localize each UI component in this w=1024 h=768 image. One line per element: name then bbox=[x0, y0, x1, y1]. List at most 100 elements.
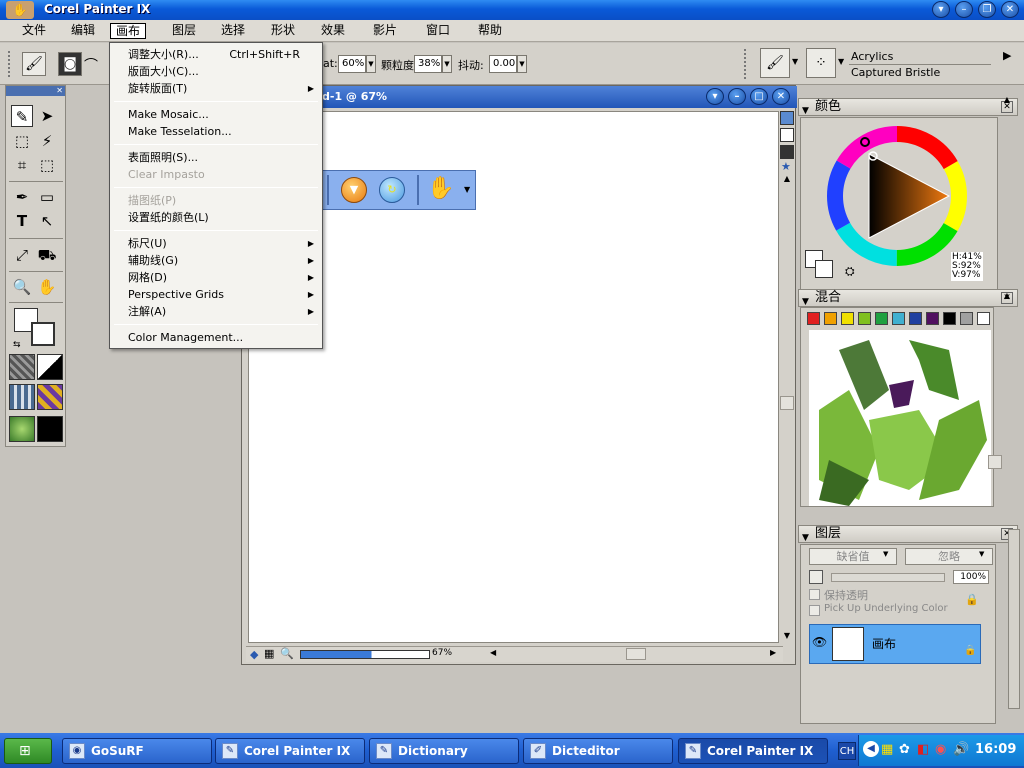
mixer-color-chip[interactable] bbox=[960, 312, 973, 325]
chevron-down-icon[interactable]: ▼ bbox=[792, 57, 798, 66]
menu-effects[interactable]: 效果 bbox=[316, 23, 350, 39]
grain-field[interactable]: 38% bbox=[414, 55, 442, 73]
dab-type-icon[interactable]: ⌒ bbox=[84, 55, 98, 75]
mixer-color-chip[interactable] bbox=[858, 312, 871, 325]
weaving-selector-icon[interactable] bbox=[37, 384, 63, 410]
preserve-transparency-checkbox[interactable] bbox=[809, 589, 820, 600]
dropper-icon[interactable]: ⤢ bbox=[11, 244, 33, 266]
chevron-left-icon[interactable]: ◀ bbox=[863, 741, 879, 757]
mixer-scrollbar[interactable] bbox=[988, 455, 1002, 469]
scroll-up-icon[interactable]: ▲ bbox=[780, 174, 794, 186]
paint-bucket-icon[interactable]: ⛟ bbox=[36, 244, 58, 266]
scroll-left-icon[interactable]: ◀ bbox=[490, 648, 496, 657]
network-icon[interactable]: ▦ bbox=[881, 742, 893, 757]
menu-item-4[interactable]: Make Mosaic... bbox=[128, 106, 314, 123]
minimize-button[interactable]: – bbox=[955, 1, 973, 18]
additional-color-swatch[interactable] bbox=[31, 322, 55, 346]
color-toggle-icon[interactable] bbox=[780, 111, 794, 125]
zoom-icon[interactable]: 🔍 bbox=[280, 647, 294, 660]
volume-icon[interactable]: 🔊 bbox=[953, 742, 969, 757]
brush-variant-name[interactable]: Captured Bristle bbox=[851, 66, 940, 79]
mixer-color-chip[interactable] bbox=[977, 312, 990, 325]
play-arrow-icon[interactable]: ▶ bbox=[1003, 49, 1011, 62]
zoom-slider[interactable] bbox=[300, 650, 430, 659]
paper-selector-icon[interactable] bbox=[9, 354, 35, 380]
swap-colors-icon[interactable]: ⇆ bbox=[13, 340, 21, 350]
color-panel-header[interactable]: ▼ 颜色 ✕ bbox=[798, 98, 1018, 116]
drawing-mode-icon[interactable] bbox=[780, 145, 794, 159]
menu-layers[interactable]: 图层 bbox=[167, 23, 201, 39]
menu-shapes[interactable]: 形状 bbox=[266, 23, 300, 39]
rect-select-icon[interactable]: ⬚ bbox=[11, 130, 33, 152]
layer-opacity-field[interactable]: 100% bbox=[953, 570, 989, 584]
doc-minimize-button[interactable]: – bbox=[728, 88, 746, 105]
menu-item-5[interactable]: Make Tesselation... bbox=[128, 123, 314, 140]
clock[interactable]: 16:09 bbox=[975, 742, 1016, 757]
gradient-selector-icon[interactable] bbox=[37, 354, 63, 380]
globe-icon[interactable]: ◆ bbox=[250, 648, 258, 661]
opacity-spinner[interactable]: ▼ bbox=[366, 55, 376, 73]
menu-canvas[interactable]: 画布 bbox=[110, 23, 147, 39]
menu-item-0[interactable]: 调整大小(R)... Ctrl+Shift+R bbox=[128, 46, 314, 63]
doc-close-button[interactable]: ✕ bbox=[772, 88, 790, 105]
star-icon[interactable]: ★ bbox=[781, 160, 791, 173]
close-button[interactable]: ✕ bbox=[1001, 1, 1019, 18]
jitter-spinner[interactable]: ▼ bbox=[517, 55, 527, 73]
layers-panel-header[interactable]: ▼ 图层 ✕ bbox=[798, 525, 1018, 543]
eye-icon[interactable]: 👁 bbox=[812, 635, 827, 649]
magic-wand-icon[interactable]: ⚡ bbox=[36, 130, 58, 152]
menu-edit[interactable]: 编辑 bbox=[66, 23, 100, 39]
grabber-hand-icon[interactable]: ✋ bbox=[36, 276, 58, 298]
antivirus-icon[interactable]: ◉ bbox=[935, 742, 946, 757]
brush-icon[interactable]: 🖌 bbox=[22, 52, 46, 76]
grain-spinner[interactable]: ▼ bbox=[442, 55, 452, 73]
document-title-bar[interactable]: d-1 @ 67% ▾ – □ ✕ bbox=[242, 86, 797, 108]
scroll-down-icon[interactable]: ▼ bbox=[780, 631, 794, 643]
pen-icon[interactable]: ✒ bbox=[11, 186, 33, 208]
mixer-panel-header[interactable]: ▼ 混合 ✕ bbox=[798, 289, 1018, 307]
download-icon[interactable]: ▼ bbox=[341, 177, 367, 203]
mixer-pad[interactable] bbox=[809, 330, 991, 506]
layer-row-canvas[interactable]: 👁 画布 🔒 bbox=[809, 624, 981, 664]
tray-app-icon[interactable]: ✿ bbox=[899, 742, 910, 757]
brush-variant-icon[interactable]: ⁘ bbox=[806, 48, 836, 78]
security-icon[interactable]: ◧ bbox=[917, 742, 929, 757]
menu-item-15[interactable]: 网格(D) ▶ bbox=[128, 269, 314, 286]
rectangle-shape-icon[interactable]: ▭ bbox=[36, 186, 58, 208]
menu-movie[interactable]: 影片 bbox=[368, 23, 402, 39]
menu-item-1[interactable]: 版面大小(C)... bbox=[128, 63, 314, 80]
horizontal-scrollbar-thumb[interactable] bbox=[626, 648, 646, 660]
menu-item-7[interactable]: 表面照明(S)... bbox=[128, 149, 314, 166]
additional-color-swatch[interactable] bbox=[815, 260, 833, 278]
brush-category-name[interactable]: Acrylics bbox=[851, 50, 893, 63]
language-indicator[interactable]: CH bbox=[838, 742, 856, 760]
vertical-scrollbar-thumb[interactable] bbox=[780, 396, 794, 410]
chevron-down-icon[interactable]: ▼ bbox=[979, 550, 984, 558]
close-icon[interactable]: ✕ bbox=[56, 86, 63, 95]
mixer-color-chip[interactable] bbox=[875, 312, 888, 325]
refresh-icon[interactable]: ↻ bbox=[379, 177, 405, 203]
selection-adjust-icon[interactable]: ⬚ bbox=[36, 154, 58, 176]
pattern-selector-icon[interactable] bbox=[9, 384, 35, 410]
chevron-down-icon[interactable]: ▾ bbox=[932, 1, 950, 18]
task-dicteditor[interactable]: ✐ Dicteditor bbox=[523, 738, 673, 764]
pick-up-underlying-checkbox[interactable] bbox=[809, 605, 820, 616]
mixer-color-chip[interactable] bbox=[807, 312, 820, 325]
painter-hand-icon[interactable]: ✋ bbox=[6, 1, 34, 19]
grid-icon[interactable]: ▦ bbox=[264, 647, 274, 660]
magnifier-icon[interactable]: 🔍 bbox=[11, 276, 33, 298]
chevron-down-icon[interactable]: ▼ bbox=[464, 185, 470, 194]
dropper-icon[interactable]: ⛭ bbox=[845, 264, 855, 279]
hand-icon[interactable]: ✋ bbox=[427, 175, 454, 203]
scroll-right-icon[interactable]: ▶ bbox=[770, 648, 776, 657]
menu-file[interactable]: 文件 bbox=[17, 23, 51, 39]
menu-item-16[interactable]: Perspective Grids ▶ bbox=[128, 286, 314, 303]
layer-opacity-slider[interactable] bbox=[831, 573, 945, 582]
start-button[interactable]: ⊞ bbox=[4, 738, 52, 764]
chevron-down-icon[interactable]: ▼ bbox=[838, 57, 844, 66]
mixer-color-chip[interactable] bbox=[841, 312, 854, 325]
mixer-color-chip[interactable] bbox=[909, 312, 922, 325]
menu-item-13[interactable]: 标尺(U) ▶ bbox=[128, 235, 314, 252]
task-painter-1[interactable]: ✎ Corel Painter IX bbox=[215, 738, 365, 764]
chevron-down-icon[interactable]: ▾ bbox=[706, 88, 724, 105]
